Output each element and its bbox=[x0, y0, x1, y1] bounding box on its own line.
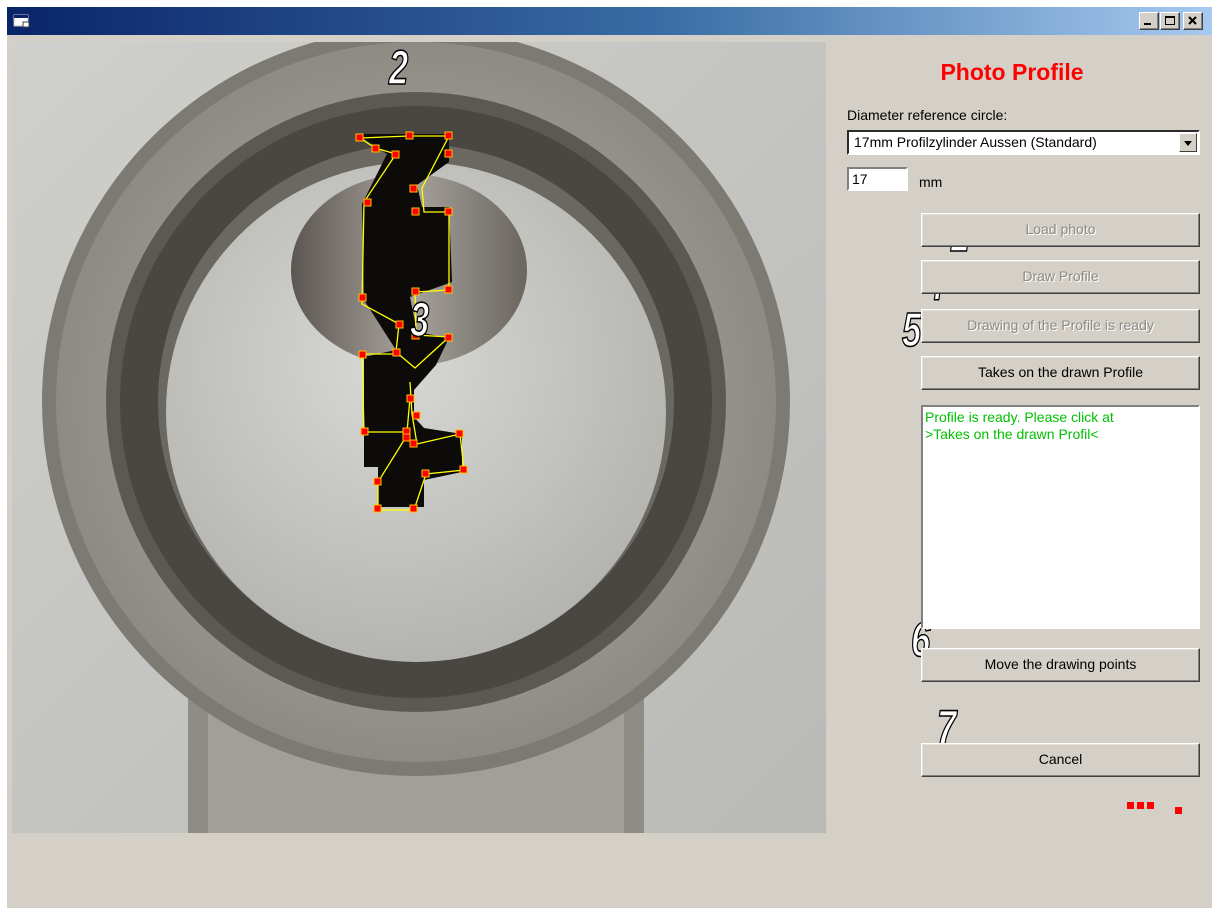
close-icon bbox=[1188, 16, 1197, 25]
step-marker-3: 3 bbox=[409, 294, 430, 347]
takes-profile-button[interactable]: Takes on the drawn Profile bbox=[921, 356, 1200, 390]
diameter-select[interactable]: 17mm Profilzylinder Aussen (Standard) bbox=[847, 130, 1200, 155]
title-bar[interactable] bbox=[7, 7, 1212, 35]
diameter-select-value: 17mm Profilzylinder Aussen (Standard) bbox=[854, 134, 1097, 150]
diameter-label: Diameter reference circle: bbox=[847, 107, 1008, 123]
app-window-icon[interactable] bbox=[13, 14, 31, 28]
chevron-down-icon[interactable] bbox=[1179, 133, 1197, 152]
status-log-line: Profile is ready. Please click at bbox=[925, 409, 1114, 425]
minimize-button[interactable] bbox=[1139, 12, 1159, 30]
status-log-line: >Takes on the drawn Profil< bbox=[925, 426, 1099, 442]
status-log[interactable]: Profile is ready. Please click at >Takes… bbox=[921, 405, 1200, 629]
draw-profile-button[interactable]: Draw Profile bbox=[921, 260, 1200, 294]
lock-photo-canvas[interactable] bbox=[12, 42, 826, 833]
app-window: 2 3 1 4 5 6 7 Photo Profile Diameter ref… bbox=[6, 6, 1212, 908]
step-marker-2: 2 bbox=[388, 42, 409, 95]
load-photo-button[interactable]: Load photo bbox=[921, 213, 1200, 247]
drawing-ready-button[interactable]: Drawing of the Profile is ready bbox=[921, 309, 1200, 343]
cancel-button[interactable]: Cancel bbox=[921, 743, 1200, 777]
close-button[interactable] bbox=[1183, 12, 1203, 30]
diameter-value-field[interactable]: 17 bbox=[847, 167, 908, 191]
maximize-button[interactable] bbox=[1160, 12, 1180, 30]
step-marker-5: 5 bbox=[901, 304, 922, 357]
maximize-icon bbox=[1165, 16, 1175, 25]
move-points-button[interactable]: Move the drawing points bbox=[921, 648, 1200, 682]
unit-label: mm bbox=[919, 174, 943, 190]
panel-title: Photo Profile bbox=[940, 59, 1084, 85]
minimize-icon bbox=[1144, 23, 1151, 25]
